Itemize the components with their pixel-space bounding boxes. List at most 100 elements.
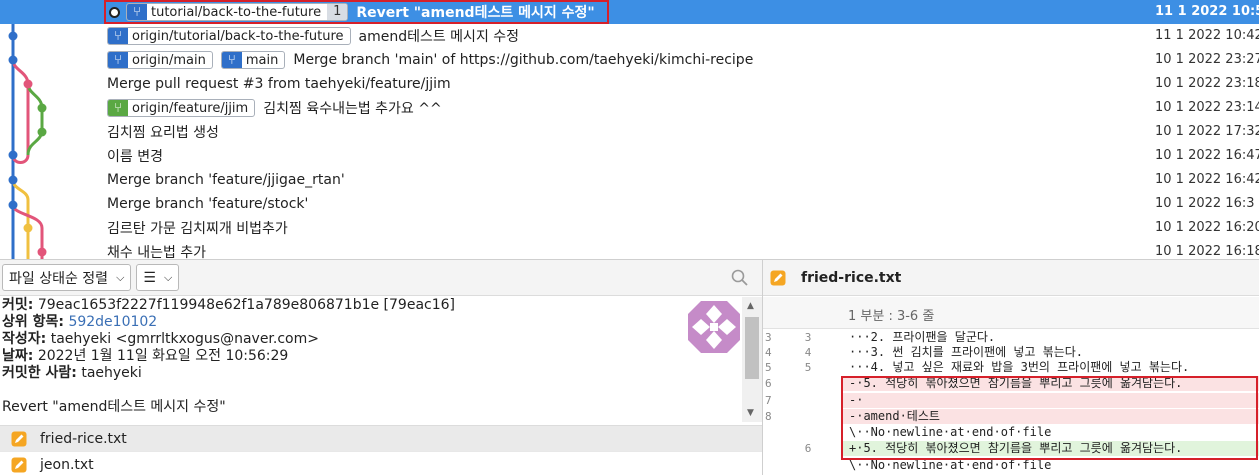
- diff-line: 5 5 ···4. 넣고 싶은 재료와 밥을 3번의 프라이팬에 넣고 볶는다.: [763, 360, 1259, 375]
- avatar: [688, 301, 740, 353]
- commit-history-list[interactable]: ⑂ tutorial/back-to-the-future 1 Revert "…: [0, 0, 1259, 259]
- diff-line-text: \··No·newline·at·end·of·file: [849, 425, 1052, 439]
- branch-tag[interactable]: ⑂ origin/tutorial/back-to-the-future: [107, 27, 351, 45]
- commit-row[interactable]: ⑂ origin/main ⑂ main Merge branch 'main'…: [0, 48, 1259, 72]
- commit-full-message: Revert "amend테스트 메시지 수정": [2, 399, 226, 415]
- commit-row[interactable]: 김르탄 가문 김치찌개 비법추가 10 1 2022 16:20: [0, 216, 1259, 240]
- branch-icon: ⑂: [221, 52, 242, 68]
- branch-icon: ⑂: [127, 4, 147, 20]
- diff-pane: fried-rice.txt 1 부분 : 3-6 줄 3 3 ···2. 프라이팬…: [762, 259, 1259, 475]
- commit-metadata: 커밋: 79eac1653f2227f119948e62f1a789e80687…: [0, 297, 742, 422]
- chevron-down-icon: ⌵: [163, 270, 173, 284]
- details-scrollbar[interactable]: ▲ ▼: [742, 297, 762, 422]
- diff-line: 3 3 ···2. 프라이팬을 달군다.: [763, 330, 1259, 345]
- commit-hash-value: 79eac1653f2227f119948e62f1a789e806871b1e…: [37, 297, 455, 313]
- diff-line-removed: 6 -·5. 적당히 볶아졌으면 참기름을 뿌리고 그릇에 옮겨담는다.: [763, 376, 1259, 391]
- new-line-number: 6: [804, 442, 812, 455]
- modified-file-icon: [11, 431, 27, 446]
- commit-row-content: ⑂ origin/tutorial/back-to-the-future ame…: [107, 24, 519, 48]
- head-marker-icon: [109, 6, 120, 18]
- diff-line-text: -·5. 적당히 볶아졌으면 참기름을 뿌리고 그릇에 옮겨담는다.: [842, 376, 1259, 391]
- date-value: 2022년 1월 11일 화요일 오전 10:56:29: [37, 348, 289, 364]
- file-name: jeon.txt: [40, 456, 94, 473]
- commit-row-content: ⑂ origin/main ⑂ main Merge branch 'main'…: [107, 48, 753, 72]
- chevron-down-icon: ⌵: [116, 270, 125, 284]
- commit-row[interactable]: 이름 변경 10 1 2022 16:47: [0, 144, 1259, 168]
- commit-row-content: 이름 변경: [107, 144, 163, 168]
- author-line: 작성자: taehyeki <gmrrltkxogus@naver.com>: [2, 331, 742, 348]
- commit-message: amend테스트 메시지 수정: [358, 29, 520, 45]
- branch-tag-label: tutorial/back-to-the-future: [151, 4, 322, 20]
- commit-message: Revert "amend테스트 메시지 수정": [356, 5, 595, 21]
- file-toolbar: 파일 상태순 정렬 ⌵ ☰ ⌵: [0, 260, 762, 296]
- author-key: 작성자:: [2, 331, 47, 347]
- commit-row-content: Merge pull request #3 from taehyeki/feat…: [107, 72, 451, 96]
- commit-message: 이름 변경: [107, 149, 163, 165]
- commit-row[interactable]: 김치찜 요리법 생성 10 1 2022 17:32: [0, 120, 1259, 144]
- commit-row-content: Merge branch 'feature/jjigae_rtan': [107, 168, 345, 192]
- committer-value: taehyeki: [81, 365, 142, 381]
- commit-message: Merge branch 'feature/jjigae_rtan': [107, 172, 345, 188]
- commit-date: 10 1 2022 16:18: [1155, 244, 1259, 259]
- search-icon[interactable]: [730, 268, 750, 288]
- author-value: taehyeki <gmrrltkxogus@naver.com>: [50, 331, 319, 347]
- commit-message: 채수 내는법 추가: [107, 245, 207, 259]
- commit-date: 10 1 2022 16:42: [1155, 172, 1259, 187]
- commit-row[interactable]: ⑂ origin/tutorial/back-to-the-future ame…: [0, 24, 1259, 48]
- branch-icon: ⑂: [108, 100, 128, 116]
- diff-line-text: ···2. 프라이팬을 달군다.: [849, 330, 996, 344]
- diff-line-removed: 7 -·: [763, 393, 1259, 408]
- scroll-up-icon[interactable]: ▲: [747, 301, 754, 311]
- sourcetree-window: ⑂ tutorial/back-to-the-future 1 Revert "…: [0, 0, 1259, 475]
- old-line-number: 6: [765, 377, 772, 390]
- old-line-number: 7: [765, 394, 772, 407]
- commit-date: 10 1 2022 17:32: [1155, 124, 1259, 139]
- branch-tag[interactable]: ⑂ origin/main: [107, 51, 213, 69]
- commit-row-content: ⑂ origin/feature/jjim 김치찜 육수내는법 추가요 ^^: [107, 96, 442, 120]
- commit-message: 김르탄 가문 김치찌개 비법추가: [107, 221, 288, 237]
- commit-date: 10 1 2022 16:20: [1155, 220, 1259, 235]
- commit-date: 10 1 2022 16:3: [1155, 196, 1255, 211]
- branch-tag-label: main: [245, 52, 279, 68]
- committer-key: 커밋한 사람:: [2, 365, 77, 381]
- branch-tag[interactable]: ⑂ main: [220, 51, 286, 69]
- parent-line: 상위 항목: 592de10102: [2, 314, 742, 331]
- commit-hash-key: 커밋:: [2, 297, 34, 313]
- new-line-number: 4: [804, 346, 812, 359]
- modified-file-icon: [11, 457, 27, 472]
- scrollbar-thumb[interactable]: [745, 317, 759, 379]
- file-row[interactable]: fried-rice.txt: [0, 426, 762, 452]
- commit-details-pane: 파일 상태순 정렬 ⌵ ☰ ⌵ 커밋: 79eac1653f2227f11994…: [0, 259, 762, 475]
- diff-line-text: -·: [842, 393, 1259, 408]
- diff-line-text: +·5. 적당히 볶아졌으면 참기름을 뿌리고 그릇에 옮겨담는다.: [842, 441, 1259, 456]
- commit-row[interactable]: Merge pull request #3 from taehyeki/feat…: [0, 72, 1259, 96]
- date-key: 날짜:: [2, 348, 34, 364]
- branch-tag-label: origin/tutorial/back-to-the-future: [132, 28, 344, 44]
- new-line-number: 3: [804, 331, 812, 344]
- sort-dropdown[interactable]: 파일 상태순 정렬 ⌵: [2, 264, 132, 291]
- commit-message: Merge pull request #3 from taehyeki/feat…: [107, 76, 451, 92]
- branch-tag[interactable]: ⑂ tutorial/back-to-the-future 1: [126, 3, 349, 21]
- branch-tag[interactable]: ⑂ origin/feature/jjim: [107, 99, 256, 117]
- hunk-header[interactable]: 1 부분 : 3-6 줄: [763, 297, 1259, 329]
- file-row[interactable]: jeon.txt: [0, 452, 762, 475]
- new-line-number: 5: [804, 361, 812, 374]
- commit-row-content: Merge branch 'feature/stock': [107, 192, 308, 216]
- scroll-down-icon[interactable]: ▼: [747, 408, 754, 418]
- diff-line-text: ···3. 썬 김치를 프라이팬에 넣고 볶는다.: [849, 345, 1084, 359]
- old-line-number: 5: [765, 361, 772, 374]
- commit-row[interactable]: Merge branch 'feature/stock' 10 1 2022 1…: [0, 192, 1259, 216]
- view-mode-dropdown[interactable]: ☰ ⌵: [136, 264, 180, 291]
- hunk-header-label: 1 부분 : 3-6 줄: [848, 309, 935, 324]
- branch-tag-label: origin/feature/jjim: [132, 100, 249, 116]
- commit-date: 10 1 2022 16:47: [1155, 148, 1259, 163]
- commit-date: 11 1 2022 10:5: [1155, 4, 1259, 19]
- old-line-number: 3: [765, 331, 772, 344]
- commit-row-content: 채수 내는법 추가: [107, 240, 206, 259]
- commit-row[interactable]: 채수 내는법 추가 10 1 2022 16:18: [0, 240, 1259, 259]
- commit-date: 10 1 2022 23:27: [1155, 52, 1259, 67]
- commit-row[interactable]: ⑂ tutorial/back-to-the-future 1 Revert "…: [0, 0, 1259, 24]
- commit-row[interactable]: Merge branch 'feature/jjigae_rtan' 10 1 …: [0, 168, 1259, 192]
- parent-hash-link[interactable]: 592de10102: [68, 314, 157, 330]
- commit-row[interactable]: ⑂ origin/feature/jjim 김치찜 육수내는법 추가요 ^^ 1…: [0, 96, 1259, 120]
